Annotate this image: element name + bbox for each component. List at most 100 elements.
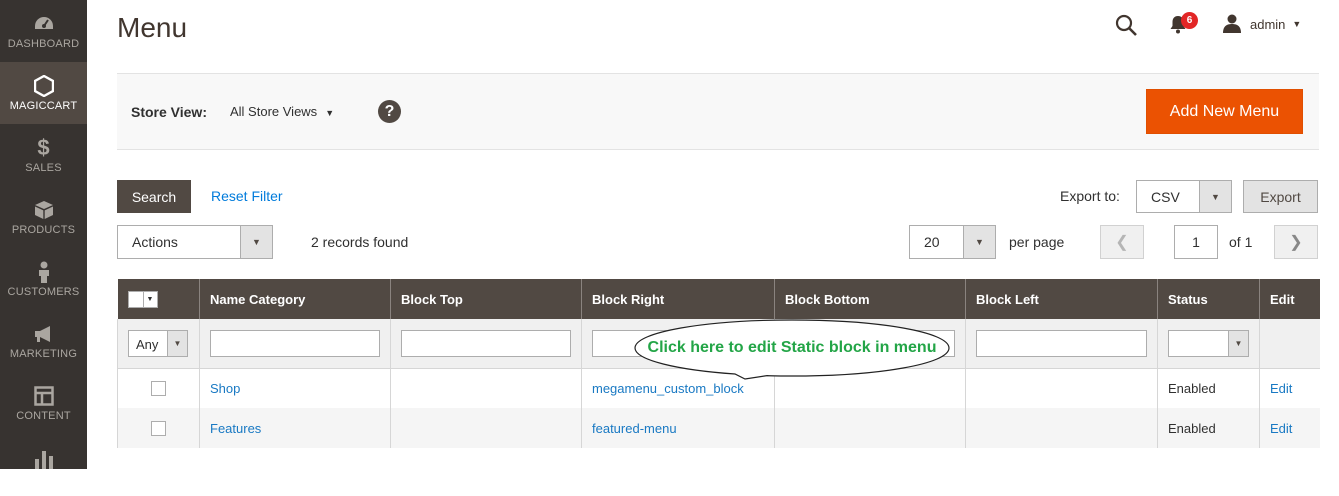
column-header[interactable]: Name Category xyxy=(199,279,391,319)
name-cell: Shop xyxy=(199,368,391,408)
column-header[interactable]: Block Right xyxy=(581,279,775,319)
block-right-link[interactable]: featured-menu xyxy=(592,421,677,436)
filter-cell xyxy=(390,319,582,369)
search-icon[interactable] xyxy=(1114,13,1138,37)
menu-grid: ▼ Name Category Block Top Block Right Bl… xyxy=(117,279,1320,448)
block-left-cell xyxy=(965,408,1158,448)
status-cell: Enabled xyxy=(1157,368,1260,408)
filter-any-value: Any xyxy=(136,336,159,352)
store-view-select[interactable]: All Store Views ▼ xyxy=(230,104,334,119)
chevron-left-icon: ❮ xyxy=(1115,234,1129,251)
page-count: of 1 xyxy=(1229,234,1253,250)
sidebar-item-marketing[interactable]: MARKETING xyxy=(0,310,87,372)
column-header[interactable]: Block Top xyxy=(390,279,582,319)
name-link[interactable]: Features xyxy=(210,421,261,436)
mass-select-checkbox[interactable]: ▼ xyxy=(127,290,158,308)
layout-icon xyxy=(0,384,87,408)
page-title: Menu xyxy=(117,12,188,43)
sidebar-item-products[interactable]: PRODUCTS xyxy=(0,186,87,248)
chevron-down-icon: ▼ xyxy=(963,226,995,258)
chevron-down-icon: ▼ xyxy=(1292,19,1302,29)
mass-actions-select[interactable]: Actions ▼ xyxy=(117,225,273,259)
block-top-cell xyxy=(390,368,582,408)
row-select-cell xyxy=(117,368,200,408)
per-page-select[interactable]: 20 ▼ xyxy=(909,225,996,259)
sidebar-item-magiccart[interactable]: MAGICCART xyxy=(0,62,87,124)
sidebar-item-sales[interactable]: $ SALES xyxy=(0,124,87,186)
name-link[interactable]: Shop xyxy=(210,381,240,396)
megaphone-icon xyxy=(0,322,87,346)
row-select-cell xyxy=(117,408,200,448)
store-view-value: All Store Views xyxy=(230,104,318,119)
dollar-icon: $ xyxy=(37,135,50,160)
store-view-label: Store View: xyxy=(131,104,207,120)
add-new-menu-button[interactable]: Add New Menu xyxy=(1146,89,1303,134)
mass-filter-select[interactable]: Any ▼ xyxy=(128,329,188,357)
column-header[interactable]: Block Left xyxy=(965,279,1158,319)
user-icon xyxy=(1222,13,1242,36)
filter-cell: Any ▼ xyxy=(117,319,200,369)
chevron-down-icon: ▼ xyxy=(240,226,272,258)
sidebar-item-label: SALES xyxy=(25,162,62,174)
block-top-cell xyxy=(390,408,582,448)
row-checkbox[interactable] xyxy=(151,420,166,436)
admin-sidebar: DASHBOARD MAGICCART $ SALES PRODUCTS CUS… xyxy=(0,0,87,469)
block-right-cell: featured-menu xyxy=(581,408,775,448)
help-icon[interactable]: ? xyxy=(378,100,401,123)
filter-cell: ▼ xyxy=(1157,319,1260,369)
sidebar-item-content[interactable]: CONTENT xyxy=(0,372,87,434)
box-icon xyxy=(0,198,87,222)
actions-value: Actions xyxy=(132,234,178,250)
export-button[interactable]: Export xyxy=(1243,180,1318,213)
name-filter-input[interactable] xyxy=(210,329,380,357)
status-filter-select[interactable]: ▼ xyxy=(1168,329,1249,357)
dashboard-icon xyxy=(0,12,87,36)
sidebar-item-label: PRODUCTS xyxy=(11,224,76,236)
annotation-text: Click here to edit Static block in menu xyxy=(647,339,937,356)
notification-badge: 6 xyxy=(1181,12,1198,29)
block-bottom-cell xyxy=(774,408,966,448)
chevron-down-icon: ▼ xyxy=(1228,330,1248,356)
export-format-value: CSV xyxy=(1151,189,1180,205)
row-checkbox[interactable] xyxy=(151,380,166,396)
previous-page-button[interactable]: ❮ xyxy=(1100,225,1144,259)
sidebar-item-label: MARKETING xyxy=(9,348,78,360)
edit-cell: Edit xyxy=(1259,368,1320,408)
filter-cell xyxy=(199,319,391,369)
next-page-button[interactable]: ❯ xyxy=(1274,225,1318,259)
export-label: Export to: xyxy=(1060,188,1120,204)
sidebar-item-label: MAGICCART xyxy=(9,100,78,112)
per-page-label: per page xyxy=(1009,234,1065,250)
column-header[interactable]: Block Bottom xyxy=(774,279,966,319)
block-right-link[interactable]: megamenu_custom_block xyxy=(592,381,744,396)
page-number-input[interactable]: 1 xyxy=(1174,225,1218,259)
search-button[interactable]: Search xyxy=(117,180,191,213)
sidebar-item-label: DASHBOARD xyxy=(7,38,80,50)
reset-filter-link[interactable]: Reset Filter xyxy=(211,188,283,204)
records-count: 2 records found xyxy=(311,234,409,250)
filter-cell xyxy=(1259,319,1320,369)
chevron-right-icon: ❯ xyxy=(1289,234,1303,251)
table-row: Features featured-menu Enabled Edit xyxy=(117,408,1320,448)
block-left-filter-input[interactable] xyxy=(976,329,1147,357)
sidebar-item-label: CUSTOMERS xyxy=(7,286,80,298)
chevron-down-icon: ▼ xyxy=(167,330,187,356)
sidebar-item-reports[interactable] xyxy=(0,434,87,496)
export-format-select[interactable]: CSV ▼ xyxy=(1136,180,1232,213)
filter-cell xyxy=(965,319,1158,369)
edit-link[interactable]: Edit xyxy=(1270,381,1292,396)
column-header[interactable]: Status xyxy=(1157,279,1260,319)
mass-select-header[interactable]: ▼ xyxy=(117,279,200,319)
column-header: Edit xyxy=(1259,279,1320,319)
user-name: admin xyxy=(1250,16,1286,32)
chevron-down-icon: ▼ xyxy=(142,291,157,307)
sidebar-item-dashboard[interactable]: DASHBOARD xyxy=(0,0,87,62)
name-cell: Features xyxy=(199,408,391,448)
user-menu[interactable]: admin ▼ xyxy=(1222,12,1301,36)
block-top-filter-input[interactable] xyxy=(401,329,571,357)
status-cell: Enabled xyxy=(1157,408,1260,448)
hexagon-icon xyxy=(0,74,87,98)
edit-link[interactable]: Edit xyxy=(1270,421,1292,436)
sidebar-item-customers[interactable]: CUSTOMERS xyxy=(0,248,87,310)
edit-cell: Edit xyxy=(1259,408,1320,448)
